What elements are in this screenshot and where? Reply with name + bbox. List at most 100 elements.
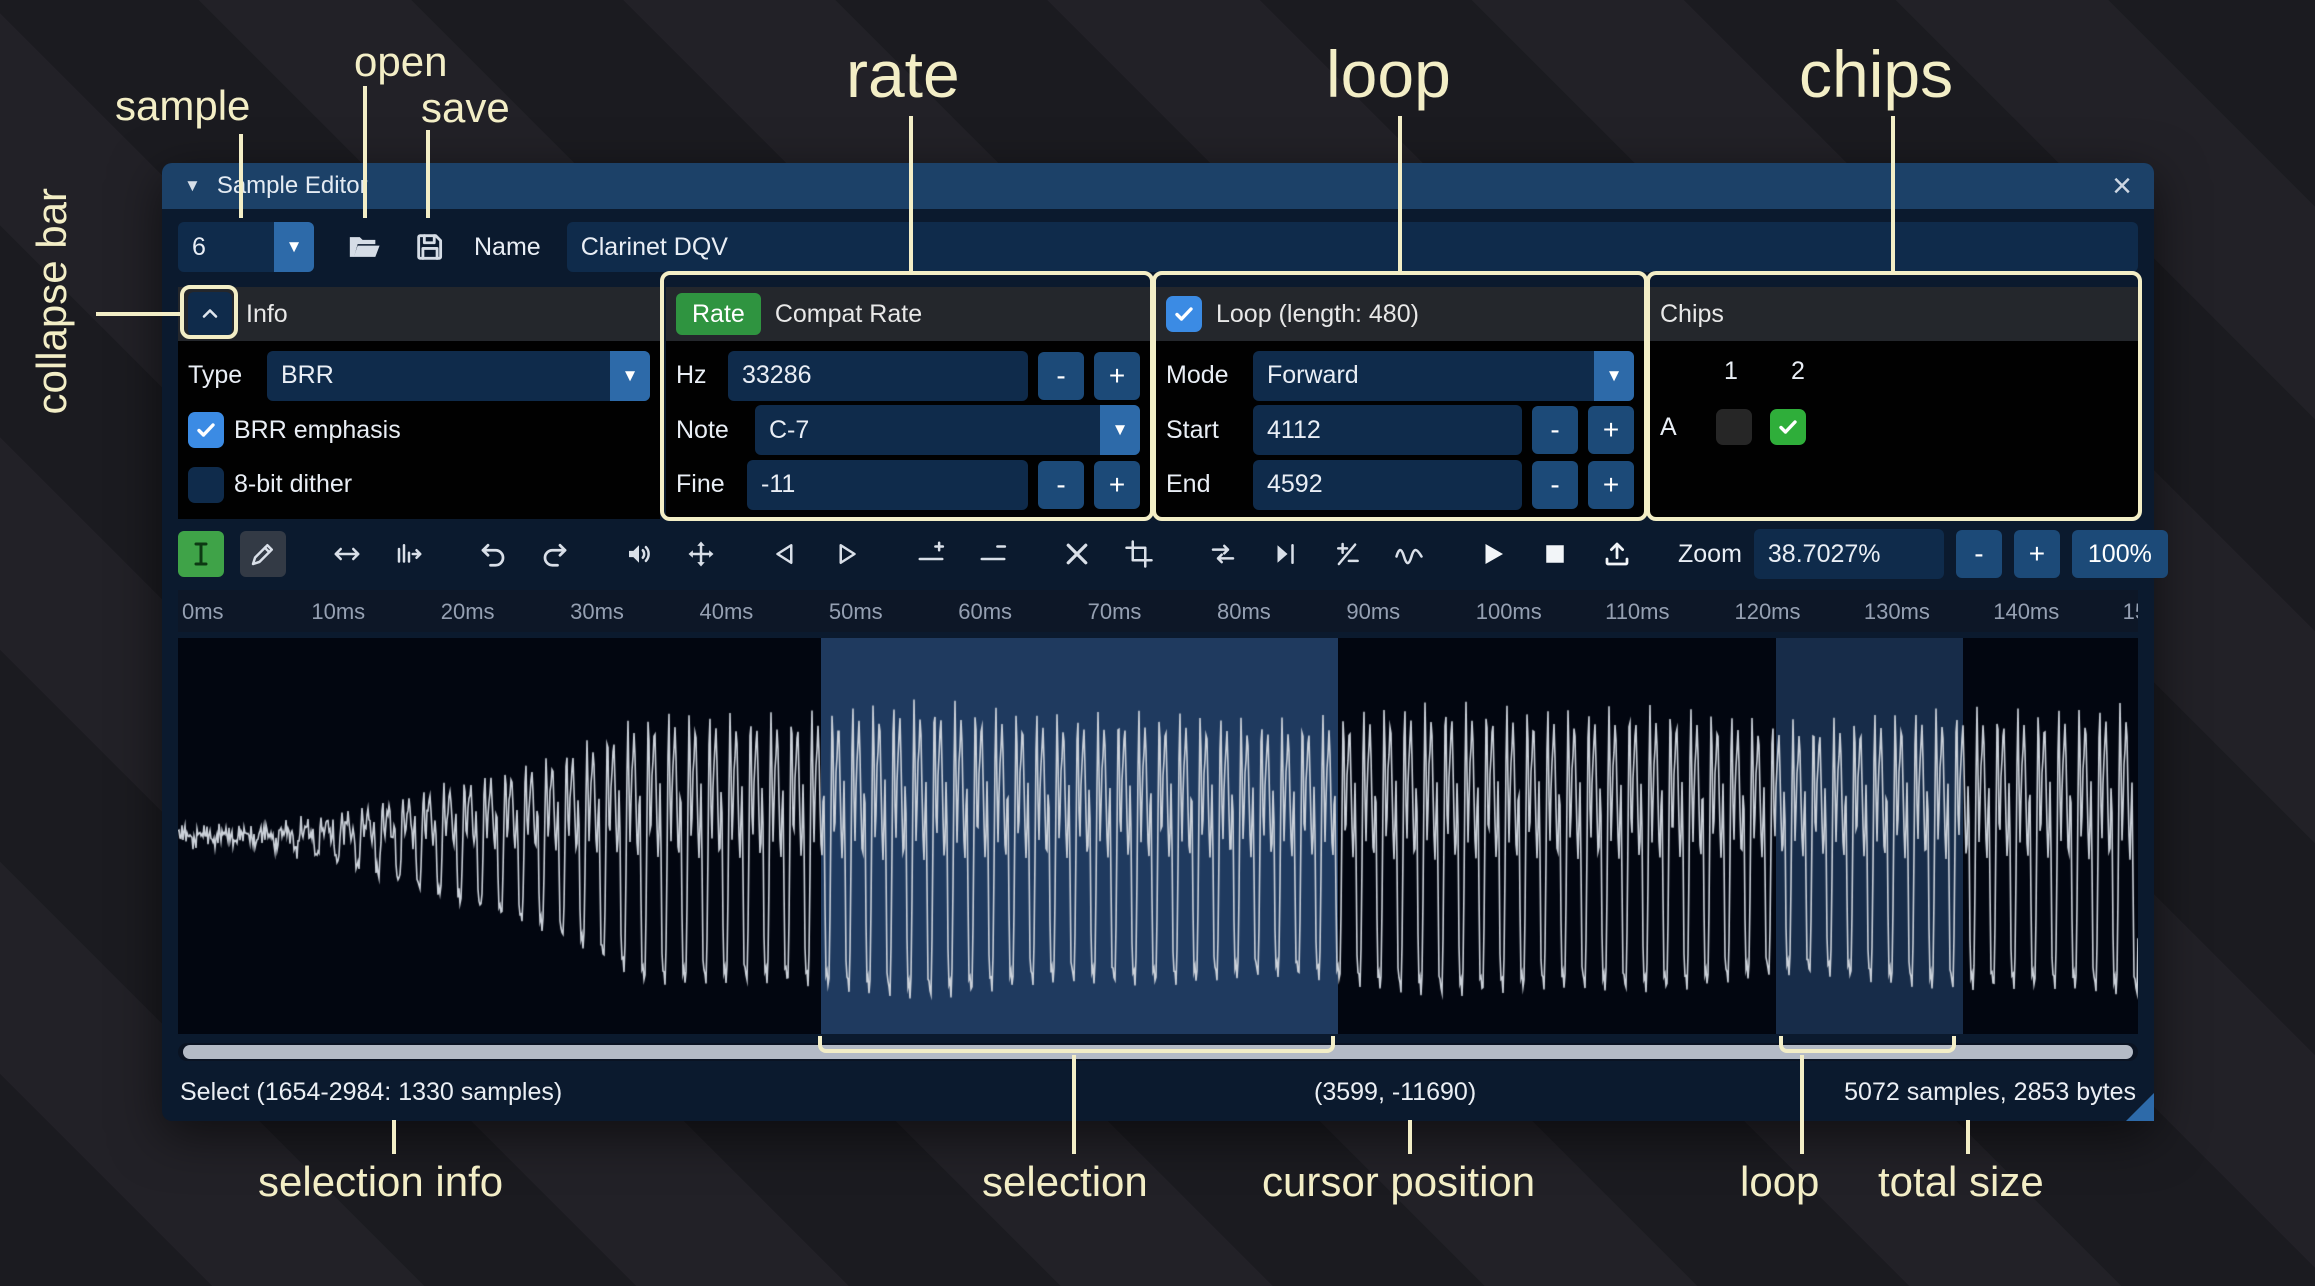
timeline-tick: 50ms <box>829 599 883 625</box>
pencil-icon <box>248 539 278 569</box>
trim-button[interactable] <box>1116 531 1162 577</box>
timeline-tick: 20ms <box>441 599 495 625</box>
triangle-left-icon <box>770 539 800 569</box>
delete-button[interactable] <box>1054 531 1100 577</box>
sample-name-input[interactable]: Clarinet DQV <box>567 222 2138 272</box>
annotation-line-chips <box>1891 116 1895 274</box>
annotation-line-cursor <box>1408 1120 1412 1154</box>
timeline-tick: 100ms <box>1476 599 1542 625</box>
resize-button[interactable] <box>324 531 370 577</box>
annotation-line-sample <box>239 134 243 218</box>
annotation-save: save <box>421 84 510 132</box>
filter-button[interactable] <box>1386 531 1432 577</box>
annotation-bracket-loop <box>1779 1036 1956 1053</box>
x-icon <box>1062 539 1092 569</box>
info-section: Info Type BRR ▼ BRR emphasis <box>178 287 660 519</box>
flip-sign-button[interactable] <box>1324 531 1370 577</box>
brr-emphasis-checkbox[interactable] <box>188 412 224 448</box>
annotation-total-size: total size <box>1878 1158 2044 1206</box>
zoom-out-button[interactable]: - <box>1956 530 2002 578</box>
timeline-tick: 30ms <box>570 599 624 625</box>
waveform-canvas <box>178 638 2138 1034</box>
sample-selector[interactable]: 6 ▼ <box>178 222 314 272</box>
arrows-swap-icon <box>1208 539 1238 569</box>
normalize-button[interactable] <box>678 531 724 577</box>
folder-open-icon <box>347 230 381 264</box>
timeline-tick: 150 <box>2123 599 2138 625</box>
timeline-tick: 60ms <box>958 599 1012 625</box>
redo-icon <box>540 539 570 569</box>
window-titlebar[interactable]: ▼ Sample Editor × <box>162 163 2154 209</box>
timeline-tick: 120ms <box>1734 599 1800 625</box>
sample-header-row: 6 ▼ Name Clarinet DQV <box>178 222 2138 272</box>
annotation-chips: chips <box>1799 36 1953 112</box>
line-minus-icon <box>978 539 1008 569</box>
brr-emphasis-label: BRR emphasis <box>234 416 401 445</box>
stop-icon <box>1540 539 1570 569</box>
timeline-tick: 10ms <box>311 599 365 625</box>
arrows-expand-icon <box>686 539 716 569</box>
i-beam-cursor-icon <box>186 539 216 569</box>
annotation-rate: rate <box>846 36 960 112</box>
dropdown-icon[interactable]: ▼ <box>610 351 650 401</box>
save-floppy-icon <box>413 230 447 264</box>
crop-icon <box>1124 539 1154 569</box>
draw-mode-button[interactable] <box>240 531 286 577</box>
annotation-bracket-selection <box>818 1036 1335 1053</box>
window-collapse-icon[interactable]: ▼ <box>184 176 201 196</box>
window-resize-grip[interactable] <box>2126 1093 2154 1121</box>
plus-minus-icon <box>1332 539 1362 569</box>
triangle-right-icon <box>832 539 862 569</box>
annotation-box-collapse <box>180 285 238 339</box>
timeline-tick: 130ms <box>1864 599 1930 625</box>
sample-type-select[interactable]: BRR ▼ <box>267 351 650 401</box>
timeline-ruler[interactable]: 0ms10ms20ms30ms40ms50ms60ms70ms80ms90ms1… <box>178 590 2138 632</box>
waveform-display[interactable] <box>178 638 2138 1034</box>
resample-button[interactable] <box>386 531 432 577</box>
annotation-selection-info: selection info <box>258 1158 503 1206</box>
annotation-line-save <box>426 130 430 218</box>
annotation-box-chips <box>1646 271 2142 521</box>
fade-out-button[interactable] <box>824 531 870 577</box>
annotation-line-loop-bottom <box>1800 1055 1804 1154</box>
reverse-button[interactable] <box>1200 531 1246 577</box>
timeline-tick: 70ms <box>1088 599 1142 625</box>
zoom-in-button[interactable]: + <box>2014 530 2060 578</box>
amplify-button[interactable] <box>616 531 662 577</box>
open-sample-button[interactable] <box>338 222 390 272</box>
annotation-line-loop <box>1398 116 1402 274</box>
fade-in-button[interactable] <box>762 531 808 577</box>
undo-icon <box>478 539 508 569</box>
status-bar: Select (1654-2984: 1330 samples) (3599, … <box>178 1068 2138 1114</box>
select-mode-button[interactable] <box>178 531 224 577</box>
upload-button[interactable] <box>1594 531 1640 577</box>
preview-stop-button[interactable] <box>1532 531 1578 577</box>
zoom-reset-button[interactable]: 100% <box>2072 530 2168 578</box>
preview-play-button[interactable] <box>1470 531 1516 577</box>
annotation-cursor-position: cursor position <box>1262 1158 1535 1206</box>
invert-button[interactable] <box>1262 531 1308 577</box>
timeline-tick: 0ms <box>182 599 224 625</box>
annotation-line-open <box>363 86 367 218</box>
annotation-box-rate <box>660 271 1154 521</box>
save-sample-button[interactable] <box>404 222 456 272</box>
close-icon[interactable]: × <box>2112 169 2132 203</box>
sine-wave-icon <box>1394 539 1424 569</box>
info-section-header: Info <box>178 287 660 341</box>
zoom-input[interactable]: 38.7027% <box>1754 529 1944 579</box>
sample-toolbar: Zoom 38.7027% - + 100% <box>178 529 2138 579</box>
play-to-line-icon <box>1270 539 1300 569</box>
info-section-title: Info <box>246 300 288 329</box>
dither-checkbox[interactable] <box>188 467 224 503</box>
apply-silence-button[interactable] <box>970 531 1016 577</box>
sample-type-value: BRR <box>267 351 610 401</box>
sample-selector-dropdown-icon[interactable]: ▼ <box>274 222 314 272</box>
redo-button[interactable] <box>532 531 578 577</box>
sample-selector-value: 6 <box>178 222 274 272</box>
annotation-loop-bottom: loop <box>1740 1158 1819 1206</box>
annotation-box-loop <box>1152 271 1648 521</box>
insert-silence-button[interactable] <box>908 531 954 577</box>
annotation-line-selection <box>1072 1055 1076 1154</box>
undo-button[interactable] <box>470 531 516 577</box>
annotation-sample: sample <box>115 82 250 130</box>
